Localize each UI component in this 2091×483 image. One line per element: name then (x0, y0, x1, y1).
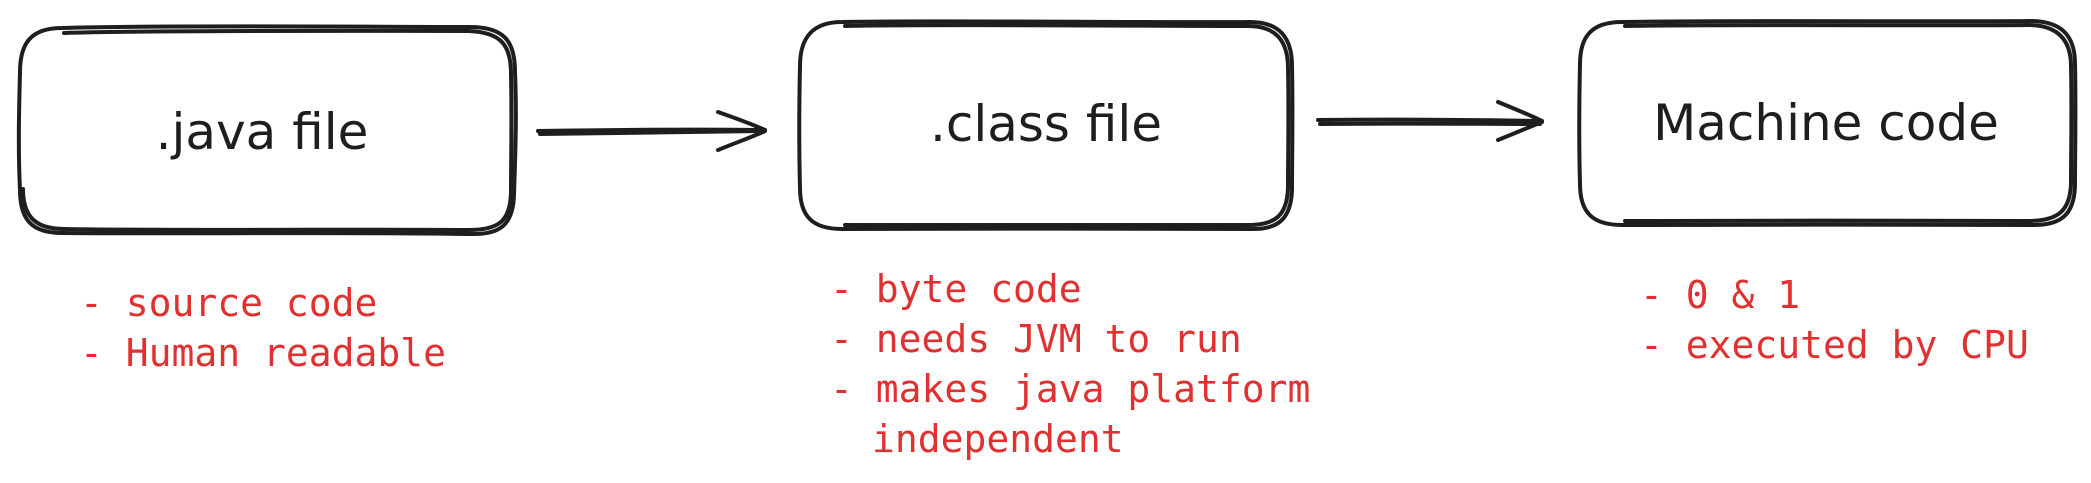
note-item: - Human readable (80, 331, 447, 375)
note-item: - executed by CPU (1640, 323, 2029, 367)
arrow-class-to-machine (1316, 100, 1544, 142)
note-item: - byte code (830, 267, 1082, 311)
note-item: - source code (80, 281, 378, 325)
arrow-java-to-class (536, 110, 767, 152)
java-file-label: .java file (155, 103, 369, 161)
note-item: - makes java platform (830, 367, 1311, 411)
note-item: - needs JVM to run (830, 317, 1242, 361)
class-file-label: .class file (929, 95, 1163, 153)
class-file-notes: - byte code - needs JVM to run - makes j… (830, 264, 1310, 464)
note-item: independent (872, 417, 1124, 461)
machine-code-notes: - 0 & 1 - executed by CPU (1640, 270, 2029, 370)
java-file-notes: - source code - Human readable (80, 278, 446, 378)
machine-code-label: Machine code (1653, 94, 1999, 152)
note-item: - 0 & 1 (1640, 273, 1801, 317)
